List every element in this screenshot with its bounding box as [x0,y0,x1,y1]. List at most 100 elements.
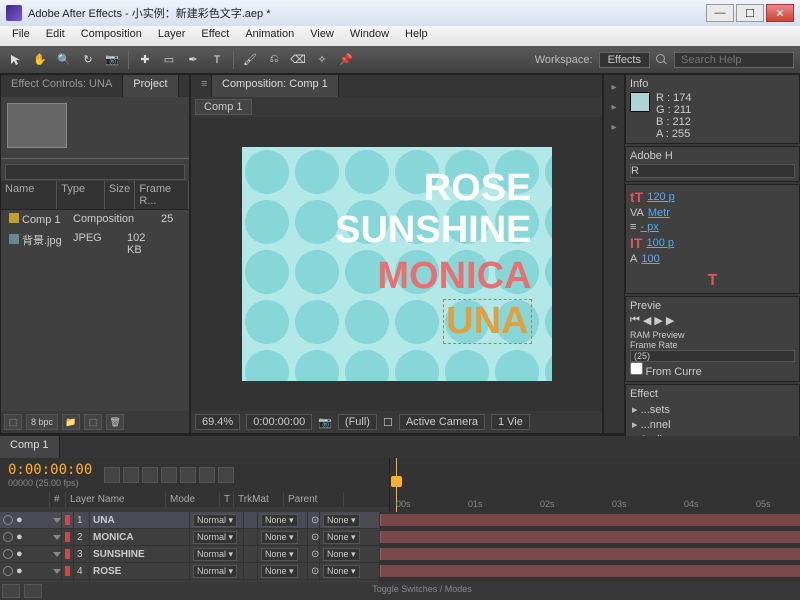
menu-composition[interactable]: Composition [73,26,150,46]
trkmat-select[interactable]: None ▾ [261,565,298,578]
text-una[interactable]: UNA [443,299,531,344]
menu-view[interactable]: View [302,26,342,46]
layer-bar[interactable] [380,563,800,579]
tl-graph-button[interactable] [180,467,196,483]
parent-select[interactable]: None ▾ [323,548,360,561]
effect-item[interactable]: ▸ ...sets [630,402,795,417]
tl-shy-button[interactable] [142,467,158,483]
text-sunshine[interactable]: SUNSHINE [335,209,531,252]
prev-frame-button[interactable]: ◀ [643,314,651,327]
layer-bar[interactable] [380,546,800,562]
layer-row[interactable]: ● 1 UNA Normal ▾ None ▾ ⊙ None ▾ [0,512,800,529]
camera-select[interactable]: Active Camera [399,414,485,430]
from-current-checkbox[interactable] [630,362,643,375]
trkmat-select[interactable]: None ▾ [261,514,298,527]
tab-composition[interactable]: Composition: Comp 1 [212,75,339,97]
solo-icon[interactable]: ● [16,531,23,543]
solo-icon[interactable]: ● [16,514,23,526]
tl-blend-button[interactable] [199,467,215,483]
tl-comp-button[interactable] [123,467,139,483]
solo-icon[interactable]: ● [16,565,23,577]
current-timecode[interactable]: 0:00:00:00 [8,462,92,478]
leading-val[interactable]: 100 p [646,237,674,249]
zoom-tool[interactable]: 🔍 [54,50,74,70]
menu-file[interactable]: File [4,26,38,46]
menu-help[interactable]: Help [397,26,436,46]
selection-tool[interactable] [6,50,26,70]
comp-breadcrumb[interactable]: Comp 1 [195,99,252,115]
visibility-icon[interactable] [3,532,13,542]
canvas[interactable]: ROSE SUNSHINE MONICA UNA [242,147,552,381]
layer-row[interactable]: ● 4 ROSE Normal ▾ None ▾ ⊙ None ▾ [0,563,800,580]
rotate-tool[interactable]: ↻ [78,50,98,70]
expand-icon[interactable] [53,518,61,523]
close-button[interactable]: ✕ [766,4,794,22]
timeline-tab[interactable]: Comp 1 [0,436,60,458]
roto-tool[interactable]: ✧ [312,50,332,70]
hand-tool[interactable]: ✋ [30,50,50,70]
brush-tool[interactable]: 🖌 [240,50,260,70]
project-item-comp[interactable]: Comp 1 Composition 25 [1,210,189,229]
expand-icon[interactable] [53,569,61,574]
header-name[interactable]: Name [1,181,57,209]
panel-btn[interactable]: ▸ [605,118,623,136]
parent-select[interactable]: None ▾ [323,514,360,527]
next-frame-button[interactable]: ▶ [666,314,674,327]
rect-tool[interactable]: ▭ [159,50,179,70]
layer-color[interactable] [65,549,70,559]
project-search[interactable] [5,164,185,180]
kerning-select[interactable]: Metr [648,207,670,219]
play-button[interactable]: ▶ [654,314,662,327]
menu-effect[interactable]: Effect [193,26,237,46]
delete-button[interactable]: 🗑 [106,414,124,430]
layer-bar[interactable] [380,529,800,545]
workspace-select[interactable]: Effects [599,52,650,68]
bpc-button[interactable]: 8 bpc [26,414,58,430]
first-frame-button[interactable]: ⏮ [630,314,640,327]
layer-row[interactable]: ● 3 SUNSHINE Normal ▾ None ▾ ⊙ None ▾ [0,546,800,563]
adobe-input[interactable] [630,164,795,178]
header-framerate[interactable]: Frame R... [135,181,189,209]
search-input[interactable] [674,52,794,68]
tab-effect-controls[interactable]: Effect Controls: UNA [1,75,123,97]
panel-btn[interactable]: ▸ [605,98,623,116]
resolution-select[interactable]: (Full) [338,414,377,430]
new-comp-button[interactable]: ⬚ [84,414,102,430]
font-size[interactable]: 120 p [647,191,675,203]
layer-bar[interactable] [380,580,800,582]
stroke-width[interactable]: - px [640,221,658,233]
header-size[interactable]: Size [105,181,135,209]
layer-color[interactable] [65,532,70,542]
framerate-select[interactable]: (25) [630,350,795,362]
solo-icon[interactable]: ● [16,548,23,560]
trkmat-select[interactable]: None ▾ [261,548,298,561]
snapshot-icon[interactable]: 📷 [318,416,332,429]
menu-layer[interactable]: Layer [150,26,194,46]
eraser-tool[interactable]: ⌫ [288,50,308,70]
layer-color[interactable] [65,515,70,525]
comp-menu-icon[interactable]: ≡ [191,75,212,97]
tl-search-button[interactable] [104,467,120,483]
effect-item[interactable]: ▸ ...nnel [630,417,795,432]
mode-select[interactable]: Normal ▾ [193,514,237,527]
parent-select[interactable]: None ▾ [323,565,360,578]
expand-icon[interactable] [53,535,61,540]
anchor-tool[interactable]: ✚ [135,50,155,70]
project-item-jpg[interactable]: 背景.jpg JPEG 102 KB [1,229,189,259]
toggle-switches[interactable]: Toggle Switches / Modes [46,584,798,598]
scale-val[interactable]: 100 [641,253,659,265]
time-ruler[interactable]: 00s 01s 02s 03s 04s 05s [390,458,800,512]
view-select[interactable]: 1 Vie [491,414,530,430]
new-folder-button[interactable]: 📁 [62,414,80,430]
visibility-icon[interactable] [3,515,13,525]
tl-blur-button[interactable] [161,467,177,483]
tl-zoom-button[interactable] [2,584,20,598]
text-monica[interactable]: MONICA [377,255,531,298]
expand-icon[interactable] [53,552,61,557]
tl-expand-button[interactable] [24,584,42,598]
mode-select[interactable]: Normal ▾ [193,531,237,544]
timecode-display[interactable]: 0:00:00:00 [246,414,312,430]
clone-tool[interactable]: ⎌ [264,50,284,70]
minimize-button[interactable]: — [706,4,734,22]
visibility-icon[interactable] [3,549,13,559]
